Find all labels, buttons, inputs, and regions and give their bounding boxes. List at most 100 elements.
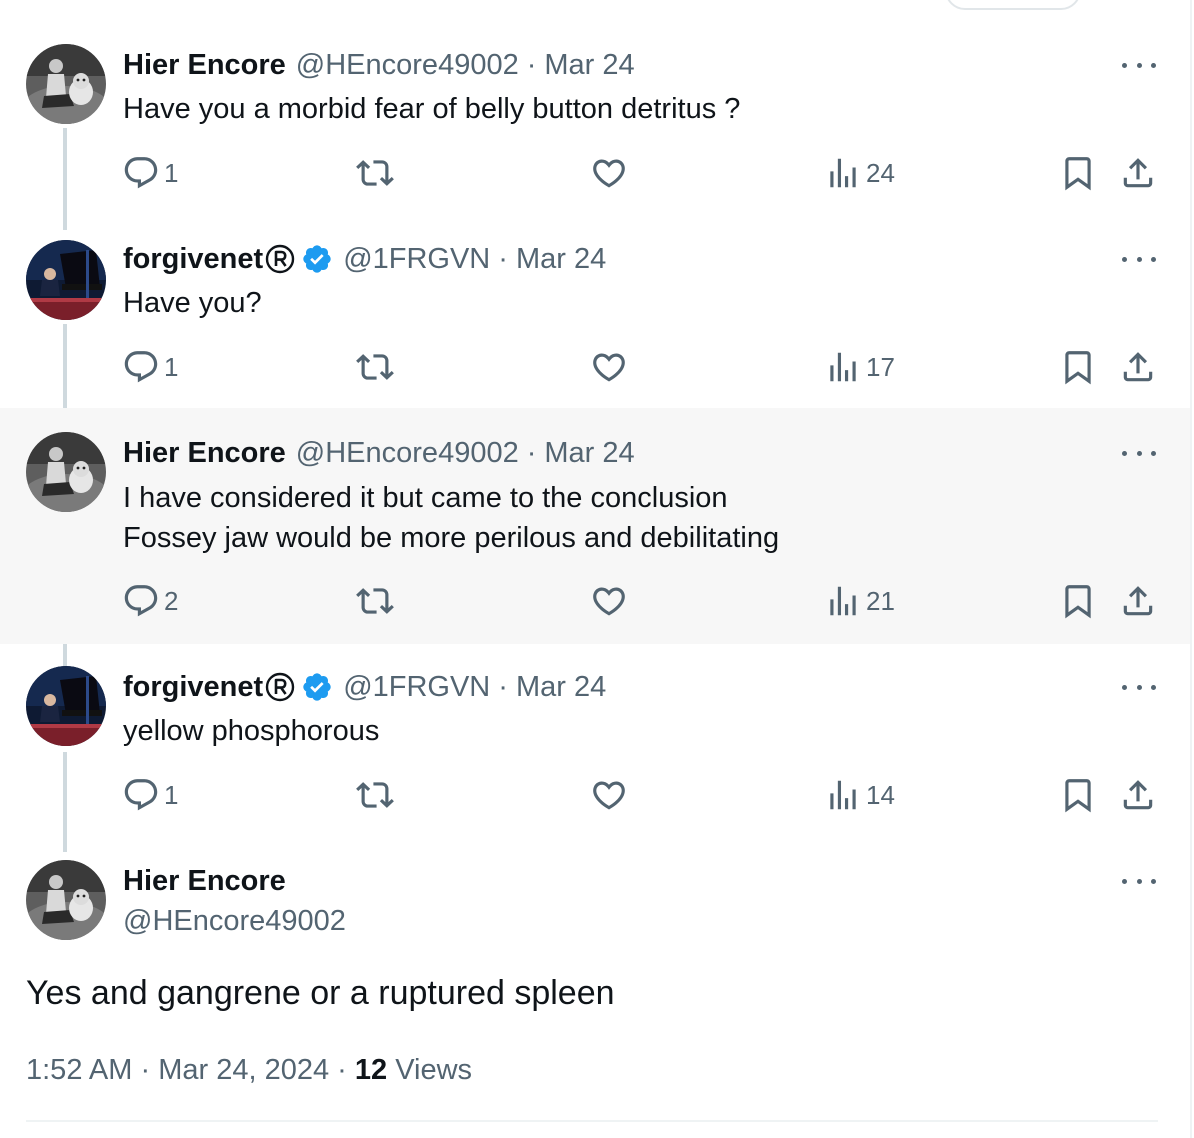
avatar[interactable]: [26, 240, 106, 320]
main-tweet-text: Yes and gangrene or a ruptured spleen: [26, 974, 615, 1012]
tweet-date[interactable]: Mar 24: [544, 49, 634, 82]
bookmark-button[interactable]: [1059, 582, 1097, 620]
retweet-icon: [356, 154, 394, 192]
more-options-button[interactable]: [1118, 869, 1160, 893]
author-handle[interactable]: @HEncore49002: [296, 437, 519, 470]
reply-count: 1: [164, 157, 179, 188]
like-button[interactable]: [590, 348, 628, 386]
divider: [26, 1120, 1158, 1122]
tweet-date[interactable]: Mar 24: [516, 243, 606, 276]
views-button[interactable]: 24: [824, 154, 895, 192]
like-button[interactable]: [590, 154, 628, 192]
retweet-button[interactable]: [356, 154, 394, 192]
more-options-button[interactable]: [1118, 247, 1160, 271]
bookmark-button[interactable]: [1059, 776, 1097, 814]
author-name[interactable]: forgivenet: [123, 243, 263, 276]
more-icon: [1151, 256, 1156, 262]
views-count: 24: [866, 157, 895, 188]
tweet[interactable]: forgivenet @1FRGVN · Mar 24 yellow phosp…: [0, 644, 1190, 840]
separator-dot: ·: [498, 242, 508, 275]
retweet-button[interactable]: [356, 582, 394, 620]
main-tweet-avatar[interactable]: [26, 860, 106, 940]
tweet-text: I have considered it but came to the con…: [123, 482, 780, 554]
reply-count: 1: [164, 779, 179, 810]
reply-button[interactable]: 1: [122, 348, 178, 386]
avatar[interactable]: [26, 44, 106, 124]
separator-dot: ·: [526, 436, 537, 469]
like-icon: [590, 348, 628, 386]
avatar[interactable]: [26, 666, 106, 746]
tweet-text: yellow phosphorous: [123, 715, 380, 747]
tweet-text: Have you?: [123, 287, 262, 319]
retweet-icon: [356, 348, 394, 386]
retweet-icon: [356, 776, 394, 814]
views-label: Views: [395, 1054, 473, 1086]
author-handle[interactable]: @1FRGVN: [343, 243, 490, 276]
author-name[interactable]: Hier Encore: [123, 49, 286, 82]
like-button[interactable]: [590, 776, 628, 814]
bookmark-icon: [1059, 582, 1097, 620]
views-count: 17: [866, 351, 895, 382]
tweet[interactable]: Hier Encore @HEncore49002 · Mar 24 Have …: [0, 0, 1190, 210]
verified-badge-icon[interactable]: [301, 671, 333, 703]
reply-button[interactable]: 2: [122, 582, 178, 620]
more-icon: [1136, 684, 1142, 690]
views-count: 12: [354, 1054, 388, 1086]
reply-button[interactable]: 1: [122, 154, 178, 192]
bookmark-button[interactable]: [1059, 348, 1097, 386]
reply-icon: [122, 348, 160, 386]
reply-count: 1: [164, 351, 179, 382]
more-options-button[interactable]: [1118, 675, 1160, 699]
tweet-full-date[interactable]: Mar 24, 2024: [158, 1054, 329, 1086]
share-button[interactable]: [1119, 776, 1157, 814]
author-handle[interactable]: @1FRGVN: [343, 671, 490, 704]
reply-icon: [122, 582, 160, 620]
main-tweet-author-handle[interactable]: @HEncore49002: [123, 901, 346, 941]
views-button[interactable]: 17: [824, 348, 895, 386]
views-count: 21: [866, 585, 895, 616]
retweet-icon: [356, 582, 394, 620]
more-icon: [1136, 256, 1142, 262]
views-icon: [824, 348, 862, 386]
share-icon: [1119, 348, 1157, 386]
reply-icon: [122, 776, 160, 814]
views-button[interactable]: 14: [824, 776, 895, 814]
share-icon: [1119, 776, 1157, 814]
share-button[interactable]: [1119, 348, 1157, 386]
more-icon: [1122, 684, 1127, 690]
author-handle[interactable]: @HEncore49002: [296, 49, 519, 82]
avatar[interactable]: [26, 432, 106, 512]
tweet-time[interactable]: 1:52 AM: [26, 1054, 132, 1086]
tweet[interactable]: Hier Encore @HEncore49002 · Mar 24 I hav…: [0, 408, 1190, 644]
tweet[interactable]: forgivenet @1FRGVN · Mar 24 Have you? 1 …: [0, 210, 1190, 406]
more-options-button[interactable]: [1118, 441, 1160, 465]
views-icon: [824, 154, 862, 192]
reply-button[interactable]: 1: [122, 776, 178, 814]
tweet-date[interactable]: Mar 24: [544, 437, 634, 470]
share-button[interactable]: [1119, 582, 1157, 620]
author-name[interactable]: Hier Encore: [123, 437, 286, 470]
share-icon: [1119, 582, 1157, 620]
like-icon: [590, 776, 628, 814]
bookmark-icon: [1059, 776, 1097, 814]
more-icon: [1122, 878, 1127, 884]
more-icon: [1136, 62, 1142, 68]
views-icon: [824, 776, 862, 814]
retweet-button[interactable]: [356, 776, 394, 814]
like-button[interactable]: [590, 582, 628, 620]
tweet-date[interactable]: Mar 24: [516, 671, 606, 704]
more-icon: [1122, 450, 1127, 456]
registered-mark-icon: [265, 672, 295, 702]
separator-dot: ·: [526, 48, 537, 81]
share-button[interactable]: [1119, 154, 1157, 192]
bookmark-icon: [1059, 348, 1097, 386]
verified-badge-icon[interactable]: [301, 243, 333, 275]
reply-count: 2: [164, 585, 179, 616]
main-tweet-author-name[interactable]: Hier Encore: [123, 861, 346, 901]
bookmark-button[interactable]: [1059, 154, 1097, 192]
views-count: 14: [866, 779, 895, 810]
views-button[interactable]: 21: [824, 582, 895, 620]
retweet-button[interactable]: [356, 348, 394, 386]
more-options-button[interactable]: [1118, 53, 1160, 77]
author-name[interactable]: forgivenet: [123, 671, 263, 704]
